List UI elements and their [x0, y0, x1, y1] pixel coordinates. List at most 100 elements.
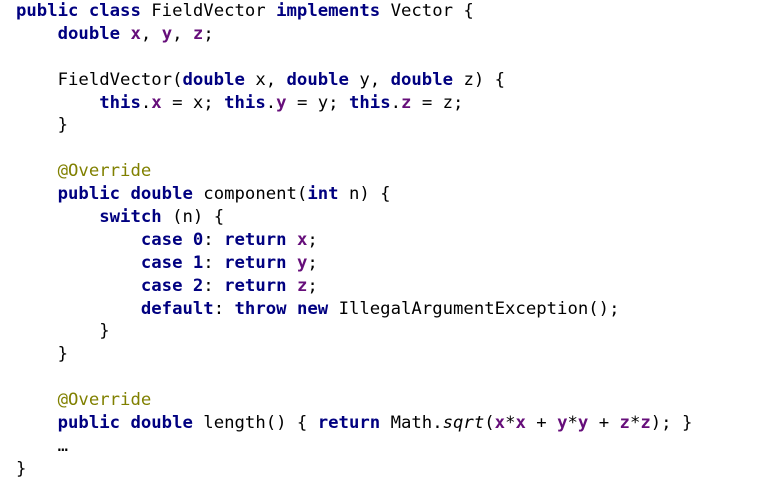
code-token: * [505, 413, 516, 434]
code-token: y [557, 413, 568, 434]
code-token: return [224, 229, 297, 250]
code-token: . [140, 92, 152, 113]
code-token: + [525, 413, 558, 434]
code-token: y [276, 92, 287, 113]
code-token: z) { [463, 69, 506, 90]
code-line: } [16, 343, 692, 366]
code-token: y, [359, 69, 391, 90]
code-token: y [577, 413, 589, 434]
code-token: switch [99, 207, 173, 228]
code-token: IllegalArgumentException(); [338, 298, 620, 319]
code-token: = x; [161, 92, 225, 113]
code-token: implements [276, 1, 391, 21]
code-token: ); } [650, 413, 693, 434]
code-token: double [182, 69, 256, 90]
code-token: return [317, 413, 391, 434]
code-token: : [203, 229, 225, 250]
code-line: case 2: return z; [16, 275, 692, 298]
code-token: this [348, 92, 391, 113]
code-token: : [213, 298, 235, 319]
code-line: case 0: return x; [16, 229, 692, 252]
code-token: case 0 [140, 229, 204, 250]
code-token: y [296, 252, 308, 273]
code-token: = y; [286, 92, 349, 113]
code-token: = z; [411, 92, 464, 113]
code-line: FieldVector(double x, double y, double z… [16, 69, 692, 92]
code-token: z [640, 413, 651, 434]
code-token: x [130, 23, 141, 44]
code-line: public class FieldVector implements Vect… [16, 0, 692, 23]
code-token: . [390, 92, 402, 113]
code-token: … [16, 435, 69, 456]
code-token: : [203, 275, 225, 296]
code-token: } [16, 458, 27, 479]
code-token: y [161, 23, 173, 44]
code-token: Vector { [390, 1, 474, 21]
code-token: x [515, 413, 526, 434]
code-token: component( [203, 184, 308, 205]
code-line: case 1: return y; [16, 252, 692, 275]
code-token: x [494, 413, 506, 434]
code-line: … [16, 435, 692, 458]
code-token: } [16, 344, 69, 365]
code-line: public double length() { return Math.sqr… [16, 412, 693, 435]
code-token: z [401, 92, 412, 113]
code-token: public double [57, 184, 204, 205]
code-line: } [16, 320, 692, 343]
code-token: : [203, 252, 225, 273]
code-token: length() { [203, 413, 318, 434]
code-token: ( [484, 413, 495, 434]
code-token: + [588, 413, 620, 434]
code-token: public double [57, 413, 204, 434]
code-token: z [192, 23, 204, 44]
code-token: @Override [57, 161, 152, 182]
code-token: @Override [57, 390, 152, 411]
code-token: } [16, 321, 110, 342]
code-token: return [224, 275, 297, 296]
code-token: default [140, 298, 214, 319]
code-token: ; [307, 252, 318, 273]
code-token: double [57, 23, 131, 44]
code-token: n) { [348, 184, 391, 205]
code-token: * [567, 413, 578, 434]
code-token: sqrt [442, 413, 485, 434]
code-token: z [619, 413, 630, 434]
code-line: public double component(int n) { [16, 183, 692, 206]
code-token: this [224, 92, 266, 113]
code-token: double [390, 69, 464, 90]
code-token: return [224, 252, 297, 273]
code-line: double x, y, z; [16, 23, 692, 46]
code-token: public class [16, 1, 152, 21]
code-token: x [151, 92, 162, 113]
code-token: Math. [390, 413, 443, 434]
code-token: . [265, 92, 277, 113]
code-token: case 1 [140, 252, 204, 273]
code-line: default: throw new IllegalArgumentExcept… [16, 298, 692, 321]
code-token: ; [307, 275, 318, 296]
code-line: } [16, 458, 692, 481]
code-token: (n) { [172, 207, 225, 228]
code-token: x [296, 229, 308, 250]
code-line: this.x = x; this.y = y; this.z = z; [16, 92, 692, 115]
code-token: ; [307, 229, 318, 250]
code-token: FieldVector( [16, 69, 183, 90]
code-token: throw new [234, 298, 339, 319]
code-token: z [296, 275, 308, 296]
code-line: } [16, 114, 692, 137]
code-listing: public class FieldVector implements Vect… [16, 0, 692, 481]
code-line: @Override [16, 160, 692, 183]
code-token: , [140, 23, 162, 44]
